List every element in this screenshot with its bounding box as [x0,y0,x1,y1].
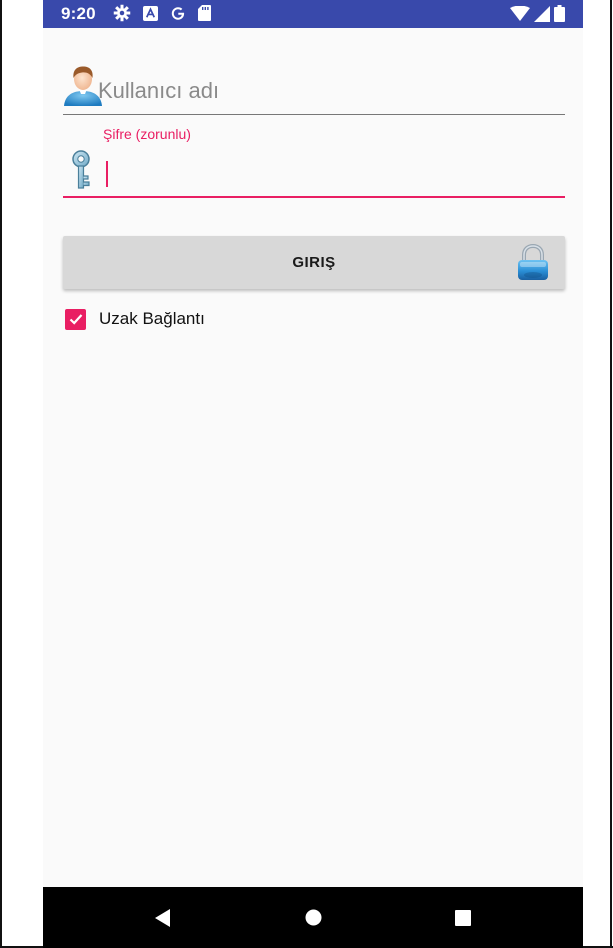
status-bar: 9:20 [43,0,583,28]
password-field [63,150,565,198]
wifi-icon [510,5,530,21]
login-button-label: GIRIŞ [292,254,336,271]
settings-icon [113,4,131,22]
password-underline [63,196,565,198]
status-icons-right [510,5,565,22]
text-cursor [106,161,108,187]
status-icons-left [113,4,211,22]
remote-connection-checkbox[interactable] [65,308,86,330]
google-g-icon [171,6,185,20]
remote-connection-label: Uzak Bağlantı [99,309,205,328]
username-underline [63,114,565,115]
a-square-icon [143,5,158,21]
sd-card-icon [198,5,211,21]
checkmark-icon [69,314,82,325]
device-frame-right [610,0,612,948]
login-button[interactable]: GIRIŞ [63,236,565,289]
home-icon [305,909,321,926]
padlock-icon [518,244,548,280]
remote-connection-option[interactable]: Uzak Bağlantı [65,306,205,332]
password-label: Şifre (zorunlu) [103,126,191,142]
signal-icon [534,5,550,22]
back-icon [155,908,170,927]
back-button[interactable] [133,887,193,948]
recents-icon [455,909,471,926]
username-field [63,65,565,115]
user-avatar-icon [64,66,102,106]
status-time: 9:20 [61,4,96,23]
phone-screen: 9:20 Kullanıcı adı Şifre (zorunlu) GIRIŞ… [43,0,583,948]
username-input[interactable] [98,75,565,107]
device-frame-left [0,0,2,948]
key-icon [72,150,90,189]
home-button[interactable] [283,887,343,948]
battery-icon [554,5,565,22]
password-input[interactable] [101,158,565,190]
navigation-bar [43,887,583,948]
recents-button[interactable] [433,887,493,948]
